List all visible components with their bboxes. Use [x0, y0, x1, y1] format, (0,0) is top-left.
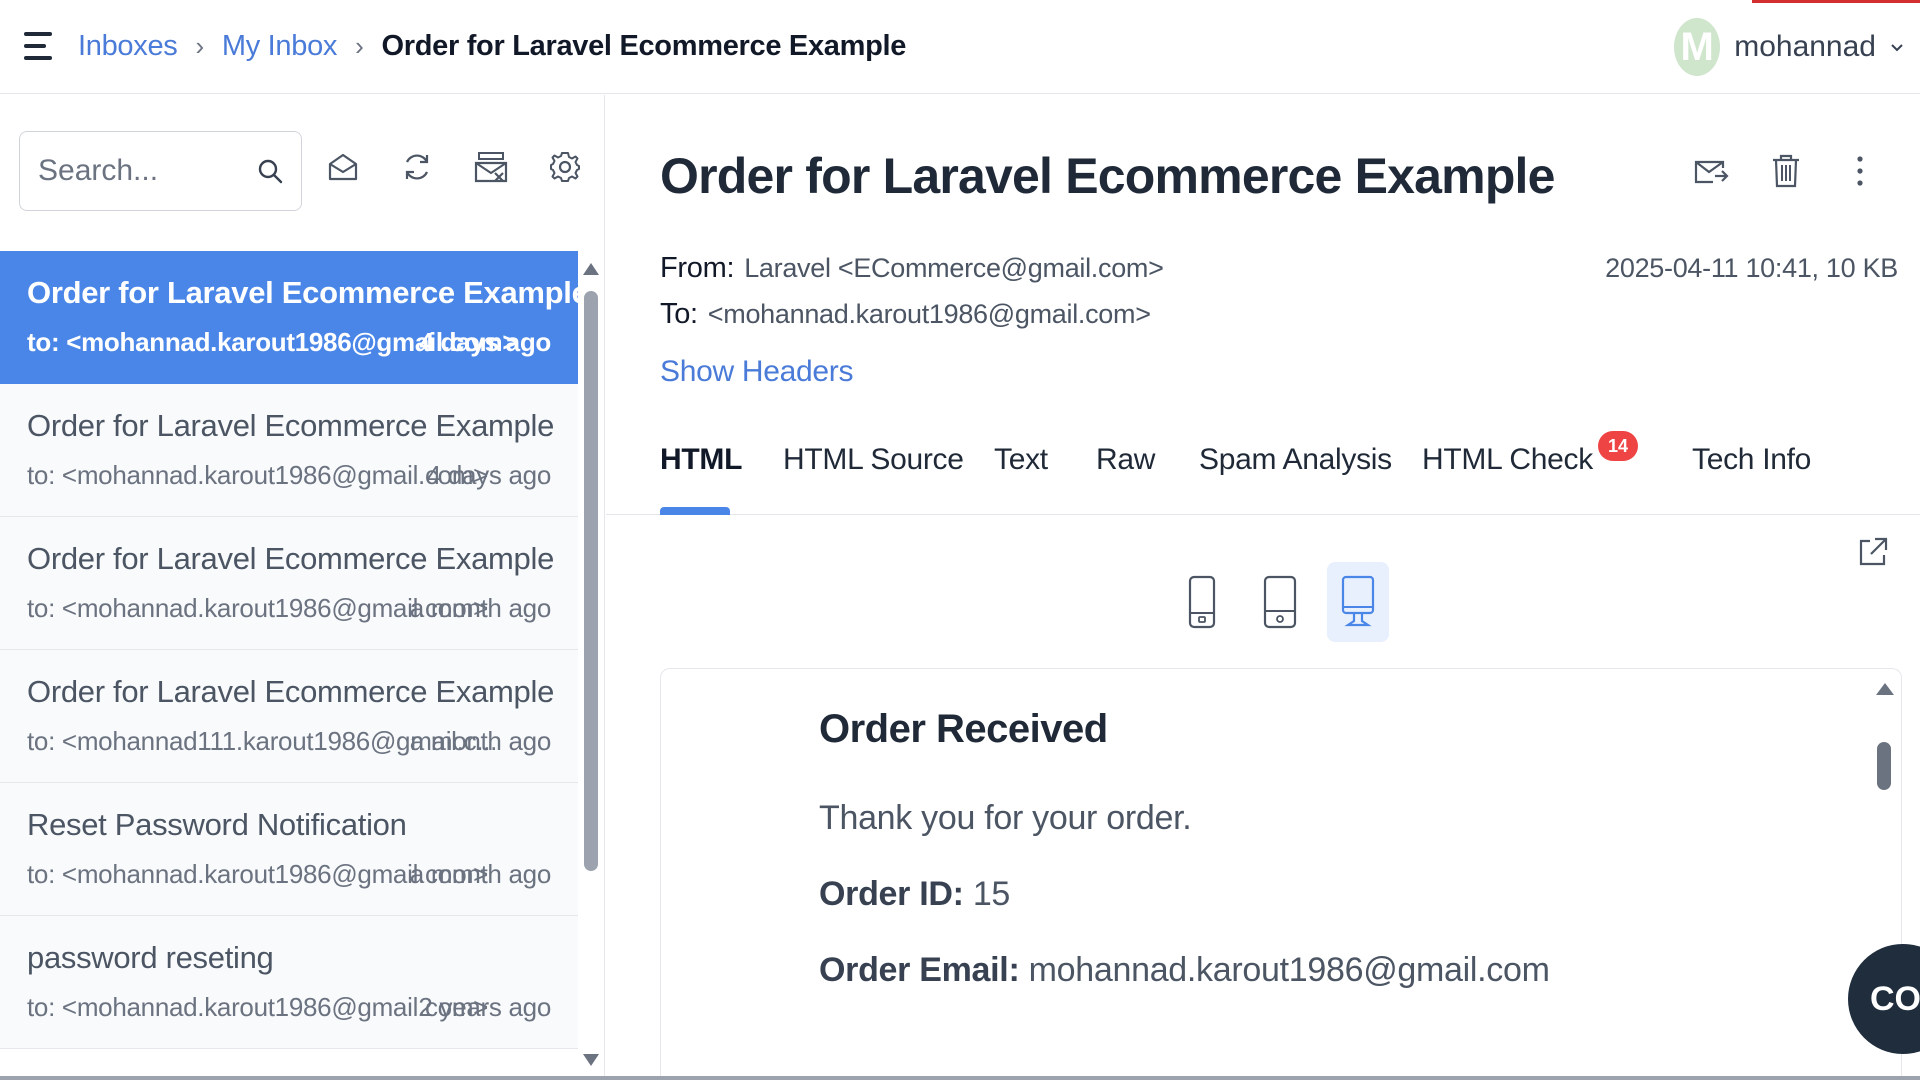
more-options-button[interactable] — [1840, 151, 1880, 191]
refresh-button[interactable] — [397, 147, 437, 187]
tab-html[interactable]: HTML — [660, 443, 742, 477]
tab-spam-analysis[interactable]: Spam Analysis — [1199, 443, 1392, 477]
mark-read-button[interactable] — [323, 147, 363, 187]
list-item[interactable]: password reseting to: <mohannad.karout19… — [0, 916, 578, 1049]
message-date-size: 2025-04-11 10:41, 10 KB — [1605, 252, 1898, 283]
mark-read-icon — [328, 153, 358, 181]
message-title: Order for Laravel Ecommerce Example — [660, 148, 1555, 204]
search-icon[interactable] — [255, 156, 285, 186]
html-check-badge: 14 — [1598, 431, 1638, 461]
thanks-text: Thank you for your order. — [819, 799, 1192, 837]
phone-icon — [1188, 575, 1216, 629]
tablet-view-button[interactable] — [1249, 562, 1311, 642]
message-actions — [1692, 151, 1880, 191]
view-tabs: HTML HTML Source Text Raw Spam Analysis … — [606, 425, 1920, 515]
breadcrumb-inboxes[interactable]: Inboxes — [78, 30, 178, 63]
message-time: a month ago — [409, 726, 552, 756]
order-heading: Order Received — [819, 707, 1108, 751]
message-list-scrollbar[interactable] — [580, 251, 602, 1080]
message-time: a month ago — [409, 859, 552, 889]
delete-button[interactable] — [1766, 151, 1806, 191]
desktop-view-button[interactable] — [1327, 562, 1389, 642]
tab-html-source[interactable]: HTML Source — [783, 443, 964, 477]
tab-tech-info[interactable]: Tech Info — [1692, 443, 1811, 477]
open-external-icon[interactable] — [1856, 535, 1890, 569]
trash-icon — [1773, 154, 1799, 188]
user-menu[interactable]: M mohannad — [1674, 18, 1904, 76]
desktop-icon — [1341, 575, 1375, 627]
avatar: M — [1674, 18, 1721, 76]
settings-button[interactable] — [545, 147, 585, 187]
progress-line — [1752, 0, 1920, 3]
list-item[interactable]: Order for Laravel Ecommerce Example to: … — [0, 384, 578, 517]
message-time: a month ago — [409, 593, 552, 623]
message-subject: Order for Laravel Ecommerce Example — [27, 408, 555, 443]
message-list-panel: Order for Laravel Ecommerce Example to: … — [0, 95, 605, 1080]
user-name: mohannad — [1734, 30, 1876, 63]
active-tab-indicator — [660, 507, 730, 515]
menu-icon[interactable] — [24, 30, 54, 62]
scrollbar-thumb[interactable] — [584, 291, 598, 871]
to-label: To: — [660, 297, 698, 330]
to-row: To: <mohannad.karout1986@gmail.com> — [660, 291, 1164, 337]
breadcrumb-separator: › — [355, 30, 364, 61]
list-item[interactable]: Order for Laravel Ecommerce Example to: … — [0, 650, 578, 783]
clear-inbox-button[interactable] — [471, 147, 511, 187]
forward-button[interactable] — [1692, 151, 1732, 191]
more-vertical-icon — [1857, 156, 1863, 186]
order-id-value: 15 — [972, 875, 1011, 913]
order-email-value: mohannad.karout1986@gmail.com — [1028, 951, 1550, 989]
tab-text[interactable]: Text — [994, 443, 1048, 477]
breadcrumb-separator: › — [195, 30, 204, 61]
tab-raw[interactable]: Raw — [1096, 443, 1155, 477]
message-subject: Order for Laravel Ecommerce Example — [27, 541, 555, 576]
list-item[interactable]: Order for Laravel Ecommerce Example to: … — [0, 517, 578, 650]
top-bar: Inboxes › My Inbox › Order for Laravel E… — [0, 0, 1920, 94]
message-list: Order for Laravel Ecommerce Example to: … — [0, 251, 578, 1080]
scrollbar-thumb[interactable] — [1877, 742, 1891, 790]
search-box — [19, 131, 302, 211]
scroll-down-arrow[interactable] — [583, 1054, 599, 1066]
forward-mail-icon — [1694, 160, 1729, 184]
message-recipient: to: <mohannad.karout1986@gmail.com> — [27, 460, 489, 490]
from-label: From: — [660, 251, 735, 284]
message-subject: Order for Laravel Ecommerce Example — [27, 275, 578, 310]
clear-inbox-icon — [474, 152, 508, 183]
message-subject: Reset Password Notification — [27, 807, 407, 842]
to-value: <mohannad.karout1986@gmail.com> — [707, 298, 1151, 329]
tab-html-check[interactable]: HTML Check — [1422, 443, 1593, 477]
scroll-up-arrow[interactable] — [583, 263, 599, 275]
message-view-panel: Order for Laravel Ecommerce Example From… — [606, 95, 1920, 1080]
gear-icon — [550, 152, 580, 182]
show-headers-link[interactable]: Show Headers — [660, 355, 853, 389]
from-value: Laravel <ECommerce@gmail.com> — [744, 252, 1164, 283]
breadcrumb-my-inbox[interactable]: My Inbox — [222, 30, 338, 63]
order-id-line: Order ID: 15 — [819, 875, 1010, 914]
mobile-view-button[interactable] — [1171, 562, 1233, 642]
chevron-down-icon — [1891, 44, 1903, 52]
order-email-label: Order Email: — [819, 951, 1020, 989]
breadcrumb-current: Order for Laravel Ecommerce Example — [381, 29, 907, 62]
message-time: 4 days ago — [419, 327, 552, 357]
search-input[interactable] — [38, 154, 248, 188]
order-id-label: Order ID: — [819, 875, 964, 913]
list-item[interactable]: Reset Password Notification to: <mohanna… — [0, 783, 578, 916]
list-item[interactable]: Order for Laravel Ecommerce Example to: … — [0, 251, 578, 384]
message-meta: From: Laravel <ECommerce@gmail.com> To: … — [660, 245, 1164, 337]
message-subject: Order for Laravel Ecommerce Example — [27, 674, 555, 709]
message-time: 4 days ago — [426, 460, 552, 490]
refresh-icon — [405, 154, 429, 180]
message-time: 2 years ago — [418, 992, 551, 1022]
scroll-up-arrow[interactable] — [1876, 683, 1894, 695]
bottom-edge — [0, 1076, 1920, 1080]
message-subject: password reseting — [27, 940, 274, 975]
order-email-line: Order Email: mohannad.karout1986@gmail.c… — [819, 951, 1550, 990]
tablet-icon — [1263, 575, 1297, 629]
from-row: From: Laravel <ECommerce@gmail.com> — [660, 245, 1164, 291]
breadcrumb: Inboxes › My Inbox › Order for Laravel E… — [78, 26, 906, 66]
device-switcher — [1171, 562, 1389, 642]
email-preview: Order Received Thank you for your order.… — [660, 668, 1902, 1080]
